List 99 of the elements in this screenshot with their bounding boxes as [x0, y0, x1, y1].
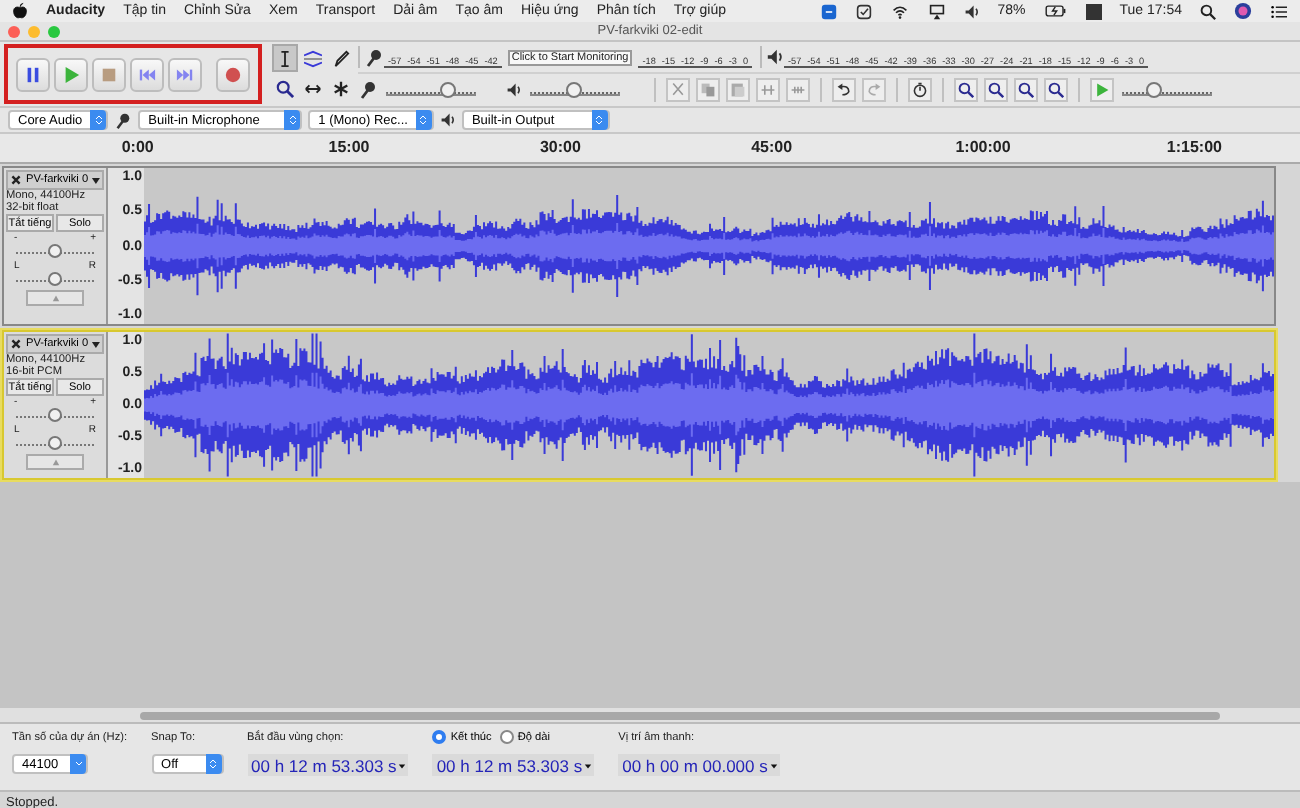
copy-button[interactable] — [696, 78, 720, 102]
pause-button[interactable] — [16, 57, 50, 91]
slider-thumb[interactable] — [48, 244, 62, 258]
timeline-label: 0:00 — [119, 136, 156, 160]
record-icon — [224, 65, 242, 83]
volume-icon — [963, 3, 980, 19]
checkbox-icon — [855, 3, 872, 19]
fit-selection-icon — [1018, 82, 1034, 98]
zoom-in-icon — [958, 82, 974, 98]
skip-to-start-button[interactable] — [130, 57, 164, 91]
dropdown-icon — [90, 175, 102, 185]
stop-button[interactable] — [92, 57, 126, 91]
pencil-icon — [332, 49, 350, 67]
microphone-icon — [114, 111, 133, 129]
slider-thumb[interactable] — [1146, 82, 1163, 98]
audio-position-time[interactable]: 00 h 00 m 00.000 s — [618, 754, 780, 776]
timeline-ruler[interactable]: 0:00 15:00 30:00 45:00 1:00:00 1:15:00 — [0, 134, 1300, 164]
sync-lock-button[interactable] — [908, 78, 932, 102]
radio-button[interactable] — [432, 730, 447, 744]
envelope-icon — [304, 49, 322, 67]
dropdown-icon — [769, 759, 778, 771]
battery-icon — [1043, 4, 1068, 18]
selection-tool[interactable] — [272, 44, 298, 72]
chevron-icon — [93, 114, 104, 126]
dropdown-icon — [90, 339, 102, 349]
dropdown-icon — [584, 759, 593, 771]
zoom-in-button[interactable] — [954, 78, 978, 102]
stop-icon — [100, 65, 118, 83]
fit-project-button[interactable] — [1044, 78, 1068, 102]
record-button[interactable] — [216, 57, 250, 91]
search-icon — [1200, 3, 1216, 19]
sync-lock-icon — [912, 82, 928, 98]
silence-button[interactable] — [786, 78, 810, 102]
gain-slider[interactable] — [16, 408, 94, 424]
timeline-label: 30:00 — [537, 136, 583, 160]
window-close-button[interactable] — [8, 25, 20, 37]
chevron-icon — [594, 114, 605, 126]
slider-thumb[interactable] — [48, 436, 62, 450]
apple-icon — [12, 2, 28, 20]
slider-thumb[interactable] — [566, 82, 583, 98]
paste-icon — [730, 82, 746, 98]
chevron-icon — [418, 114, 429, 126]
selection-icon — [276, 49, 294, 67]
pause-icon — [24, 65, 42, 83]
wifi-icon — [889, 3, 910, 19]
slider-thumb[interactable] — [48, 272, 62, 286]
microphone-icon — [364, 47, 384, 67]
timeline-label: 15:00 — [326, 136, 372, 160]
dropdown-icon — [398, 759, 407, 771]
pan-slider[interactable] — [16, 272, 94, 288]
pan-slider[interactable] — [16, 436, 94, 452]
selection-end-time[interactable]: 00 h 12 m 53.303 s — [432, 754, 595, 776]
undo-icon — [836, 82, 852, 98]
copy-icon — [700, 82, 716, 98]
zoom-icon — [276, 79, 294, 97]
skip-to-start-icon — [138, 65, 156, 83]
trim-icon — [760, 82, 776, 98]
speaker-icon — [766, 48, 784, 66]
time-shift-icon — [304, 79, 322, 97]
close-button[interactable] — [8, 336, 24, 352]
cut-icon — [670, 82, 686, 98]
chevron-icon — [208, 758, 219, 770]
zoom-out-button[interactable] — [984, 78, 1008, 102]
speaker-icon — [506, 82, 522, 98]
list-icon — [1270, 3, 1288, 19]
skip-to-end-button[interactable] — [168, 57, 202, 91]
selection-start-time[interactable]: 00 h 12 m 53.303 s — [247, 754, 409, 776]
skip-to-end-icon — [176, 65, 194, 83]
cut-button[interactable] — [666, 78, 690, 102]
up-arrow-icon — [49, 458, 61, 466]
timeline-label: 1:00:00 — [953, 136, 1013, 160]
radio-button[interactable] — [499, 730, 514, 744]
microphone-icon — [358, 80, 378, 100]
close-icon — [10, 338, 22, 350]
silence-icon — [790, 82, 806, 98]
timeline-label: 45:00 — [749, 136, 795, 160]
paste-button[interactable] — [726, 78, 750, 102]
play-button[interactable] — [54, 57, 88, 91]
slider-thumb[interactable] — [439, 82, 456, 98]
timeline-label: 1:15:00 — [1164, 136, 1224, 160]
play-at-speed-button[interactable] — [1090, 78, 1114, 102]
speaker-icon — [439, 112, 456, 128]
close-button[interactable] — [8, 172, 24, 188]
zoom-out-icon — [988, 82, 1004, 98]
close-icon — [10, 174, 22, 186]
redo-icon — [866, 82, 882, 98]
up-arrow-icon — [49, 294, 61, 302]
multi-icon — [332, 79, 350, 97]
play-icon — [62, 65, 80, 83]
siri-icon — [1234, 2, 1252, 20]
trim-button[interactable] — [756, 78, 780, 102]
fit-project-icon — [1048, 82, 1064, 98]
play-at-speed-icon — [1094, 82, 1110, 98]
undo-button[interactable] — [832, 78, 856, 102]
chevron-icon — [287, 114, 298, 126]
gain-slider[interactable] — [16, 244, 94, 260]
fit-selection-button[interactable] — [1014, 78, 1038, 102]
airplay-icon — [927, 3, 946, 19]
slider-thumb[interactable] — [48, 408, 62, 422]
